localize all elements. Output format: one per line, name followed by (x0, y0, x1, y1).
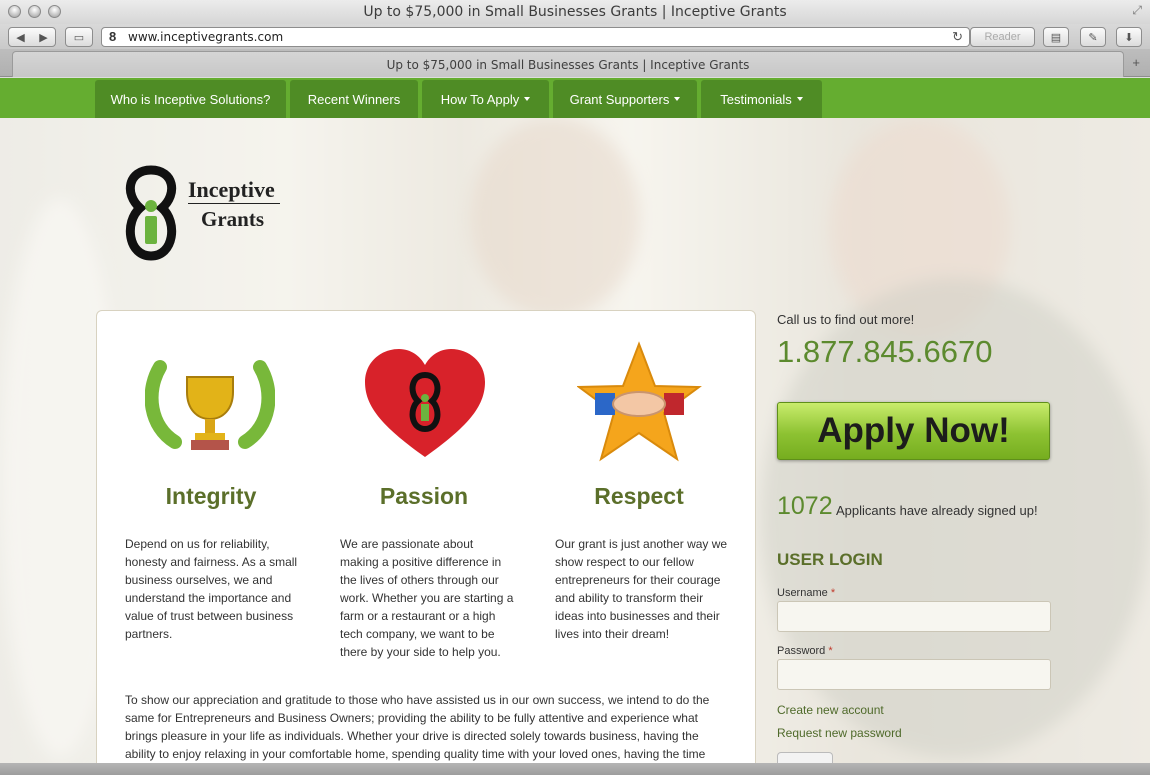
css-icon: ✎ (1088, 31, 1098, 44)
chevron-down-icon (796, 97, 803, 101)
username-label: Username * (777, 587, 835, 599)
address-bar[interactable]: 8 www.inceptivegrants.com ↻ (101, 27, 970, 47)
url-text[interactable]: www.inceptivegrants.com (128, 30, 283, 44)
main-navigation: Who is Inceptive Solutions? Recent Winne… (0, 78, 1150, 118)
logo-text-line2: Grants (201, 207, 264, 231)
create-account-link[interactable]: Create new account (777, 703, 884, 717)
required-mark: * (828, 645, 833, 657)
browser-toolbar: ◀ ▶ ▭ 8 www.inceptivegrants.com ↻ Reader… (0, 24, 1150, 49)
downloads-button[interactable]: ⬇ (1116, 27, 1142, 47)
bookmarks-button[interactable]: ▭ (65, 27, 93, 47)
nav-item-recent-winners[interactable]: Recent Winners (290, 80, 418, 118)
nav-item-label: Grant Supporters (569, 91, 670, 107)
inceptive-logo-icon[interactable] (118, 164, 184, 262)
chevron-down-icon (524, 97, 531, 101)
sidebar-icon: ▤ (1050, 31, 1062, 44)
tab-title: Up to $75,000 in Small Businesses Grants… (386, 58, 750, 72)
page-viewport: Who is Inceptive Solutions? Recent Winne… (0, 78, 1150, 763)
request-password-link[interactable]: Request new password (777, 726, 902, 740)
logo-divider (188, 203, 280, 204)
handshake-star-icon (577, 341, 702, 462)
download-icon: ⬇ (1124, 31, 1134, 44)
nav-item-label: How To Apply (440, 91, 520, 107)
reload-icon[interactable]: ↻ (952, 29, 963, 45)
window-title: Up to $75,000 in Small Businesses Grants… (363, 4, 787, 20)
window-bottom-edge (0, 763, 1150, 775)
password-label: Password * (777, 645, 833, 657)
apply-now-label: Apply Now! (817, 411, 1010, 450)
chevron-down-icon (674, 97, 681, 101)
login-button[interactable] (777, 752, 833, 763)
value-text-respect: Our grant is just another way we show re… (555, 537, 728, 641)
tab-bar: Up to $75,000 in Small Businesses Grants… (0, 49, 1150, 77)
logo-text-line1: Inceptive (188, 177, 275, 202)
trophy-icon (145, 360, 275, 450)
value-title-passion: Passion (379, 483, 469, 509)
values-card: Integrity Passion Respect Depend on us f… (96, 310, 756, 763)
nav-item-label: Who is Inceptive Solutions? (110, 91, 271, 107)
favicon-icon: 8 (109, 29, 117, 44)
signup-text: Applicants have already signed up! (836, 503, 1038, 518)
required-mark: * (830, 587, 836, 599)
value-title-integrity: Integrity (165, 483, 257, 509)
fullscreen-icon[interactable]: ⤢ (1132, 3, 1142, 18)
password-label-text: Password (777, 645, 826, 657)
phone-number[interactable]: 1.877.845.6670 (777, 334, 993, 370)
window-titlebar: Up to $75,000 in Small Businesses Grants… (0, 0, 1150, 24)
heart-icon (365, 349, 485, 457)
nav-item-grant-supporters[interactable]: Grant Supporters (553, 80, 697, 118)
reader-button[interactable]: Reader (970, 27, 1035, 47)
call-us-text: Call us to find out more! (777, 312, 915, 327)
nav-item-who[interactable]: Who is Inceptive Solutions? (95, 80, 286, 118)
new-tab-icon[interactable]: + (1132, 55, 1140, 70)
signup-count: 1072 (777, 492, 833, 520)
username-field[interactable] (777, 601, 1051, 632)
nav-item-testimonials[interactable]: Testimonials (701, 80, 822, 118)
value-text-integrity: Depend on us for reliability, honesty an… (125, 537, 298, 641)
bookmarks-icon: ▭ (73, 31, 85, 44)
value-title-respect: Respect (594, 483, 684, 509)
css-button[interactable]: ✎ (1080, 27, 1106, 47)
user-login-heading: USER LOGIN (777, 550, 883, 569)
password-field[interactable] (777, 659, 1051, 690)
apply-now-button[interactable]: Apply Now! (777, 402, 1050, 460)
forward-icon[interactable]: ▶ (39, 31, 47, 44)
appreciation-paragraph: To show our appreciation and gratitude t… (125, 693, 710, 761)
tab-current[interactable]: Up to $75,000 in Small Businesses Grants… (12, 51, 1124, 77)
nav-item-label: Recent Winners (307, 91, 401, 107)
nav-item-label: Testimonials (720, 91, 792, 107)
sidebar-button[interactable]: ▤ (1043, 27, 1069, 47)
value-text-passion: We are passionate about making a positiv… (340, 537, 514, 659)
username-label-text: Username (777, 587, 828, 599)
back-icon[interactable]: ◀ (16, 31, 24, 44)
nav-item-how-to-apply[interactable]: How To Apply (422, 80, 549, 118)
back-forward-buttons[interactable]: ◀ ▶ (8, 27, 56, 47)
